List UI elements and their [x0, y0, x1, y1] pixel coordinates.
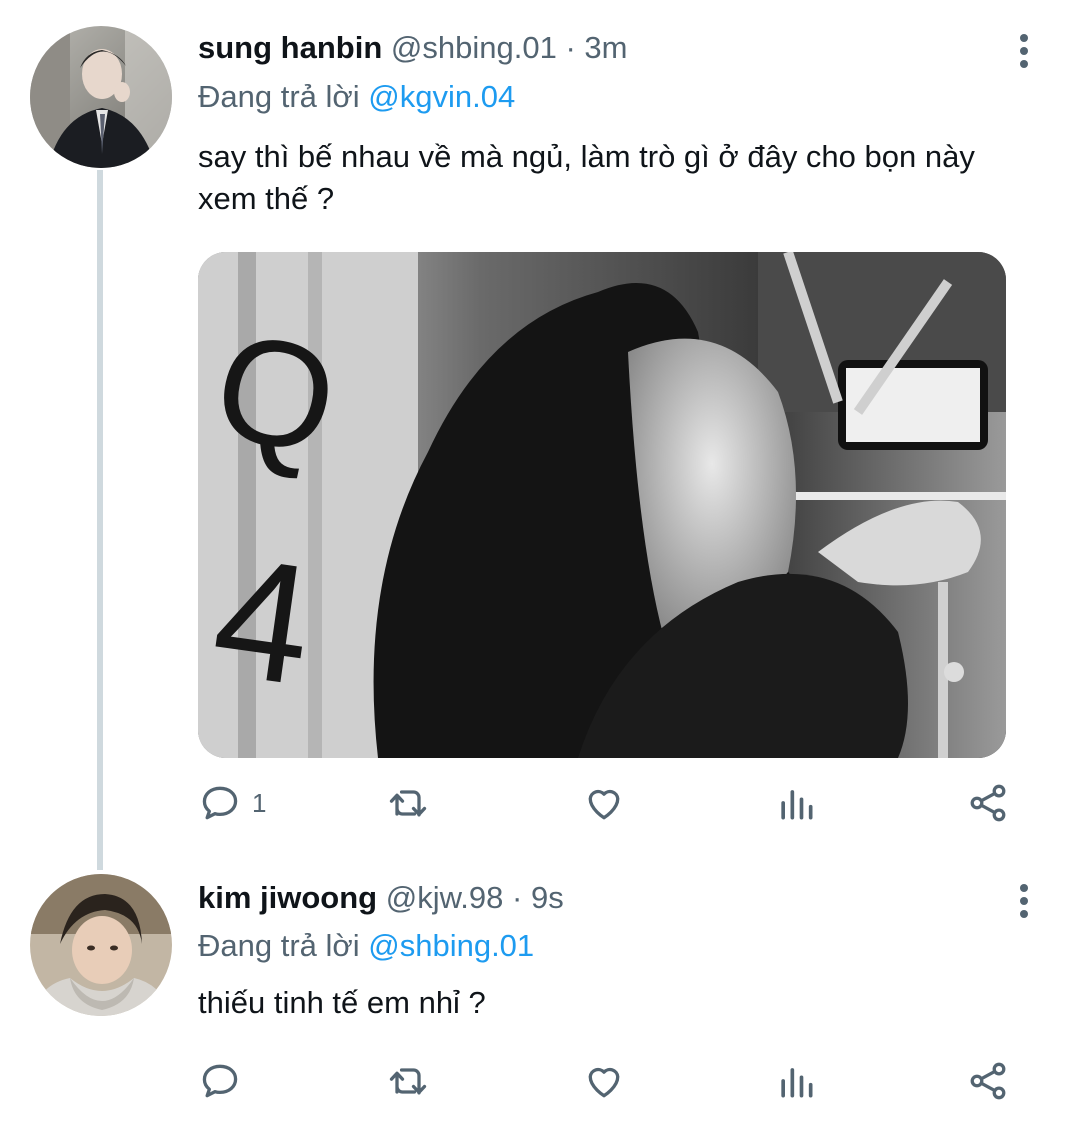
more-vertical-icon: [1020, 884, 1028, 892]
tweet-actions: 1: [198, 778, 1018, 828]
views-button[interactable]: [774, 1056, 818, 1106]
retweet-icon: [389, 790, 427, 817]
share-button[interactable]: [966, 778, 1010, 828]
reply-bubble-icon: [202, 786, 238, 820]
share-icon: [970, 784, 1006, 822]
separator-dot: ·: [512, 880, 523, 915]
user-handle[interactable]: @kjw.98: [386, 880, 504, 915]
avatar[interactable]: [30, 26, 172, 168]
user-handle[interactable]: @shbing.01: [391, 30, 557, 65]
replying-to: Đang trả lời @shbing.01: [198, 926, 534, 966]
more-vertical-icon: [1020, 34, 1028, 42]
bar-chart-icon: [781, 1068, 813, 1098]
reply-prefix: Đang trả lời: [198, 79, 360, 114]
retweet-button[interactable]: [386, 778, 430, 828]
more-options-button[interactable]: [1018, 30, 1030, 70]
reply-prefix: Đang trả lời: [198, 928, 360, 963]
avatar[interactable]: [30, 874, 172, 1016]
reply-button[interactable]: 1: [198, 778, 266, 828]
like-button[interactable]: [582, 1056, 626, 1106]
reply-mention-link[interactable]: @kgvin.04: [368, 79, 515, 114]
heart-icon: [588, 1067, 620, 1098]
timestamp[interactable]: 3m: [584, 30, 627, 65]
reply-bubble-icon: [202, 1064, 238, 1098]
avatar-photo: [30, 874, 172, 1016]
views-button[interactable]: [774, 778, 818, 828]
tweet-text: say thì bế nhau về mà ngủ, làm trò gì ở …: [198, 139, 975, 216]
heart-icon: [588, 789, 620, 820]
separator-dot: ·: [565, 30, 576, 65]
retweet-button[interactable]: [386, 1056, 430, 1106]
tweet-text: thiếu tinh tế em nhỉ ?: [198, 985, 486, 1020]
retweet-icon: [389, 1068, 427, 1095]
share-button[interactable]: [966, 1056, 1010, 1106]
avatar-photo: [30, 26, 172, 168]
tweet-header: kim jiwoong @kjw.98 · 9s: [198, 878, 564, 918]
display-name[interactable]: sung hanbin: [198, 30, 382, 65]
display-name[interactable]: kim jiwoong: [198, 880, 377, 915]
more-options-button[interactable]: [1018, 880, 1030, 920]
timestamp[interactable]: 9s: [531, 880, 564, 915]
bar-chart-icon: [781, 790, 813, 820]
share-icon: [970, 1062, 1006, 1100]
tweet-kim-jiwoong[interactable]: kim jiwoong @kjw.98 · 9s Đang trả lời @s…: [0, 860, 1080, 1126]
reply-button[interactable]: [198, 1056, 252, 1106]
reply-count: 1: [252, 787, 267, 818]
tweet-sung-hanbin[interactable]: sung hanbin @shbing.01 · 3m Đang trả lời…: [0, 0, 1080, 860]
media-photo: Q 4: [198, 252, 1006, 758]
replying-to: Đang trả lời @kgvin.04: [198, 77, 515, 117]
like-button[interactable]: [582, 778, 626, 828]
tweet-actions: [198, 1056, 1018, 1106]
reply-mention-link[interactable]: @shbing.01: [368, 928, 534, 963]
tweet-header: sung hanbin @shbing.01 · 3m: [198, 28, 627, 68]
tweet-media-image[interactable]: Q 4: [198, 252, 1006, 758]
